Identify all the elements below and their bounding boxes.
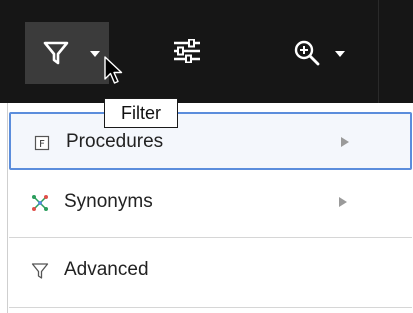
menu-item-label: Synonyms [64,191,153,212]
filter-tooltip: Filter [104,98,178,128]
chevron-down-icon [90,51,100,57]
mouse-cursor-icon [104,56,124,91]
settings-button[interactable] [165,22,209,84]
menu-divider [9,237,412,238]
submenu-arrow-icon [339,197,347,207]
procedure-icon: F [33,134,51,152]
chevron-down-icon [335,51,345,57]
zoom-icon [293,39,321,72]
menu-item-advanced[interactable]: Advanced [9,242,412,300]
zoom-dropdown-button[interactable] [287,22,359,84]
submenu-arrow-icon [341,137,349,147]
menu-item-label: Advanced [64,259,149,280]
toolbar-divider [378,0,379,103]
filter-outline-icon [31,262,49,280]
filter-dropdown-menu: F Procedures Synonyms Advanced [7,103,413,313]
sliders-icon [172,38,202,68]
svg-text:F: F [39,139,45,150]
menu-item-procedures[interactable]: F Procedures [9,112,412,170]
menu-item-synonyms[interactable]: Synonyms [9,174,412,232]
filter-dropdown-button[interactable] [25,22,109,84]
menu-item-label: Procedures [66,131,164,152]
menu-divider [9,307,412,308]
filter-icon [43,40,69,71]
synonyms-icon [31,194,49,212]
toolbar [0,0,413,103]
